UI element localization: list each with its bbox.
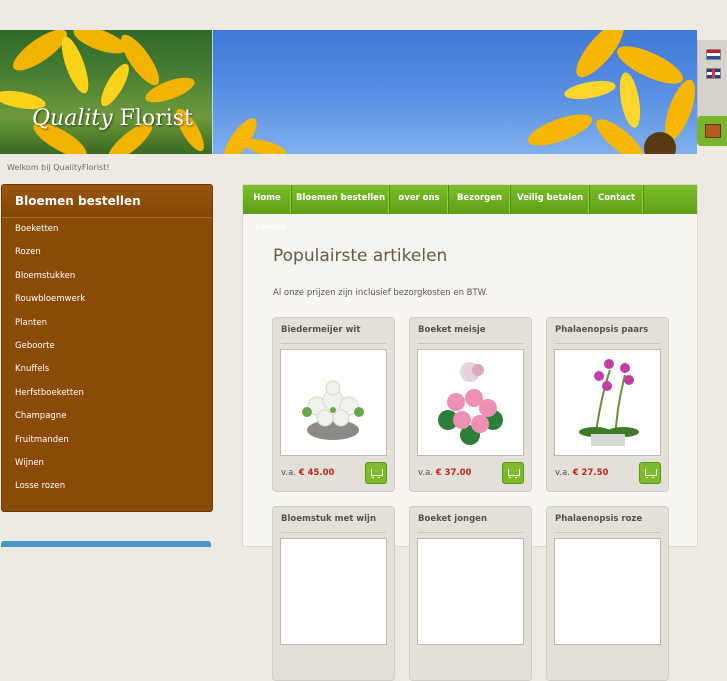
product-image[interactable]	[417, 349, 524, 456]
product-price: v.a. € 45.00	[281, 468, 334, 478]
shopping-cart-tab[interactable]	[697, 116, 727, 146]
category-sidebar: Bloemen bestellen Boeketten Rozen Bloems…	[1, 184, 213, 512]
product-name[interactable]: Biedermeijer wit	[281, 325, 386, 344]
logo-quality: Quality	[32, 106, 113, 131]
main-content: Home Bloemen bestellen over ons Bezorgen…	[242, 184, 698, 681]
product-card[interactable]: Phalaenopsis roze	[546, 506, 669, 681]
price-value: € 37.00	[435, 468, 472, 478]
product-price: v.a. € 37.00	[418, 468, 471, 478]
product-name[interactable]: Bloemstuk met wijn	[281, 514, 386, 533]
product-card[interactable]: Biedermeijer wit v.a. € 45.00	[272, 317, 395, 492]
product-name[interactable]: Phalaenopsis roze	[555, 514, 660, 533]
product-name[interactable]: Boeket meisje	[418, 325, 523, 344]
product-image[interactable]	[554, 349, 661, 456]
sidebar-item-losse-rozen[interactable]: Losse rozen	[2, 475, 212, 498]
intro-text: Al onze prijzen zijn inclusief bezorgkos…	[273, 288, 488, 298]
nav-zakelijk[interactable]: Zakelijk	[255, 223, 286, 231]
sidebar-item-rouwbloemwerk[interactable]: Rouwbloemwerk	[2, 288, 212, 311]
logo-florist: Florist	[119, 106, 193, 131]
nav-over-ons[interactable]: over ons	[390, 185, 449, 214]
main-navigation: Home Bloemen bestellen over ons Bezorgen…	[243, 185, 697, 214]
sidebar-item-knuffels[interactable]: Knuffels	[2, 358, 212, 381]
secondary-sidebar-box	[1, 541, 211, 547]
basket-icon	[705, 124, 721, 138]
nav-contact[interactable]: Contact	[590, 185, 644, 214]
sidebar-item-wijnen[interactable]: Wijnen	[2, 452, 212, 475]
header-banner: Quality Florist	[0, 30, 697, 154]
sidebar-item-bloemstukken[interactable]: Bloemstukken	[2, 265, 212, 288]
nav-veilig-betalen[interactable]: Veilig betalen	[511, 185, 590, 214]
product-card[interactable]: Boeket meisje v.a. € 37.00	[409, 317, 532, 492]
product-card[interactable]: Phalaenopsis paars v.a. € 27.50	[546, 317, 669, 492]
product-price: v.a. € 27.50	[555, 468, 608, 478]
price-prefix: v.a.	[281, 468, 296, 478]
price-prefix: v.a.	[418, 468, 433, 478]
add-to-cart-button[interactable]	[365, 462, 387, 484]
nav-bloemen-bestellen[interactable]: Bloemen bestellen	[292, 185, 390, 214]
price-prefix: v.a.	[555, 468, 570, 478]
english-flag-icon[interactable]	[706, 68, 721, 79]
sidebar-item-fruitmanden[interactable]: Fruitmanden	[2, 429, 212, 452]
nav-bezorgen[interactable]: Bezorgen	[449, 185, 511, 214]
sidebar-item-boeketten[interactable]: Boeketten	[2, 218, 212, 241]
product-card[interactable]: Boeket jongen	[409, 506, 532, 681]
nav-home[interactable]: Home	[243, 185, 292, 214]
page-title: Populairste artikelen	[273, 246, 448, 266]
sidebar-item-planten[interactable]: Planten	[2, 312, 212, 335]
product-image[interactable]	[554, 538, 661, 645]
sidebar-item-champagne[interactable]: Champagne	[2, 405, 212, 428]
add-to-cart-button[interactable]	[502, 462, 524, 484]
price-value: € 45.00	[298, 468, 335, 478]
price-value: € 27.50	[572, 468, 609, 478]
site-logo[interactable]: Quality Florist	[32, 106, 193, 131]
dutch-flag-icon[interactable]	[706, 49, 721, 60]
sidebar-title: Bloemen bestellen	[2, 185, 212, 218]
product-card[interactable]: Bloemstuk met wijn	[272, 506, 395, 681]
welcome-text: Welkom bij QualityFlorist!	[7, 163, 110, 172]
product-image[interactable]	[417, 538, 524, 645]
sunflower-illustration	[0, 30, 696, 154]
sidebar-item-rozen[interactable]: Rozen	[2, 241, 212, 264]
sidebar-item-herfstboeketten[interactable]: Herfstboeketten	[2, 382, 212, 405]
product-name[interactable]: Boeket jongen	[418, 514, 523, 533]
sidebar-item-geboorte[interactable]: Geboorte	[2, 335, 212, 358]
product-image[interactable]	[280, 538, 387, 645]
add-to-cart-button[interactable]	[639, 462, 661, 484]
product-name[interactable]: Phalaenopsis paars	[555, 325, 660, 344]
product-image[interactable]	[280, 349, 387, 456]
